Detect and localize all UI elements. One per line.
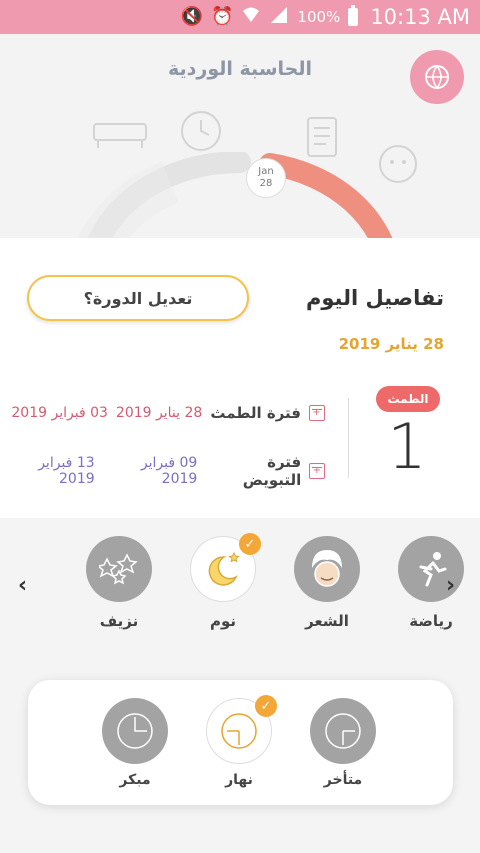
today-details-title: تفاصيل اليوم — [305, 286, 444, 310]
category-label: رياضة — [409, 612, 453, 630]
category-circle: ✓ — [190, 533, 261, 602]
mute-icon: 🔇 — [180, 6, 203, 27]
check-icon: ✓ — [255, 695, 277, 717]
category-label: نوم — [209, 612, 237, 630]
wifi-icon — [241, 6, 261, 28]
category-hair[interactable]: الشعر — [292, 536, 362, 630]
status-bar: 🔇 ⏰ 100% 10:13 AM — [0, 0, 480, 34]
check-icon: ✓ — [239, 533, 261, 555]
period-row-ovulation: فترة التبويض 09 فبراير 2019 13 فبراير 20… — [0, 453, 325, 489]
time-label: متأخر — [323, 772, 363, 788]
arrow-right-icon[interactable]: › — [446, 573, 455, 598]
bed-icon — [93, 123, 147, 148]
time-option-late[interactable]: متأخر — [308, 698, 378, 788]
period-to: 13 فبراير 2019 — [38, 455, 95, 487]
period-label: فترة الطمث — [210, 404, 301, 422]
running-icon — [419, 552, 447, 587]
today-date: 28 يناير 2019 — [338, 335, 444, 353]
phase-badge: الطمث — [376, 386, 440, 412]
cycle-date-day: 28 — [259, 178, 273, 189]
cycle-ring — [77, 152, 393, 239]
globe-icon — [425, 65, 449, 89]
period-label: فترة التبويض — [242, 453, 302, 489]
battery-icon — [348, 5, 359, 26]
sleep-moon-icon — [208, 551, 240, 586]
time-option-day[interactable]: ✓ نهار — [204, 695, 277, 788]
time-label: مبكر — [119, 772, 151, 788]
category-sport[interactable]: رياضة — [396, 536, 466, 630]
calendar-icon — [309, 405, 325, 421]
time-of-day-panel: مبكر ✓ نهار متأخر — [28, 680, 453, 805]
signal-icon — [269, 6, 289, 28]
time-label: نهار — [225, 772, 253, 788]
clock-early-icon — [117, 713, 153, 749]
calendar-icon — [309, 463, 325, 479]
alarm-icon: ⏰ — [211, 6, 234, 27]
category-bleeding[interactable]: نزيف — [84, 536, 154, 630]
period-to: 03 فبراير 2019 — [11, 405, 108, 421]
category-sleep[interactable]: ✓ نوم — [188, 533, 261, 630]
battery-percent: 100% — [297, 8, 341, 26]
category-circle — [294, 536, 360, 602]
category-label: نزيف — [99, 612, 139, 630]
header: الحاسبة الوردية Jan 28 — [0, 34, 480, 239]
clock-day-icon — [221, 713, 257, 749]
menu-button[interactable] — [410, 50, 464, 104]
period-from: 09 فبراير 2019 — [140, 455, 198, 487]
cycle-date-month: Jan — [258, 166, 274, 177]
time-circle — [102, 698, 168, 764]
clock-late-icon — [325, 713, 361, 749]
category-label: الشعر — [305, 612, 349, 630]
edit-cycle-button[interactable]: تعديل الدورة؟ — [27, 275, 249, 321]
cycle-date-marker: Jan 28 — [246, 158, 286, 198]
cycle-day-number: 1 — [387, 410, 427, 483]
category-carousel: ‹ نزيف ✓ نوم الشعر رياضة › — [0, 518, 480, 652]
divider — [348, 398, 349, 478]
period-row-menstruation: فترة الطمث 28 يناير 2019 03 فبراير 2019 — [11, 404, 325, 422]
time-circle: ✓ — [206, 695, 277, 764]
period-from: 28 يناير 2019 — [115, 405, 203, 421]
status-time: 10:13 AM — [370, 5, 470, 29]
page-title: الحاسبة الوردية — [168, 58, 312, 80]
bleeding-icon — [99, 553, 138, 585]
today-card: تعديل الدورة؟ تفاصيل اليوم 28 يناير 2019… — [0, 238, 480, 518]
arrow-left-icon[interactable]: ‹ — [18, 573, 27, 598]
hair-icon — [312, 550, 342, 587]
time-option-early[interactable]: مبكر — [100, 698, 170, 788]
clock-decor-icon — [181, 111, 221, 151]
time-circle — [310, 698, 376, 764]
category-circle — [86, 536, 152, 602]
